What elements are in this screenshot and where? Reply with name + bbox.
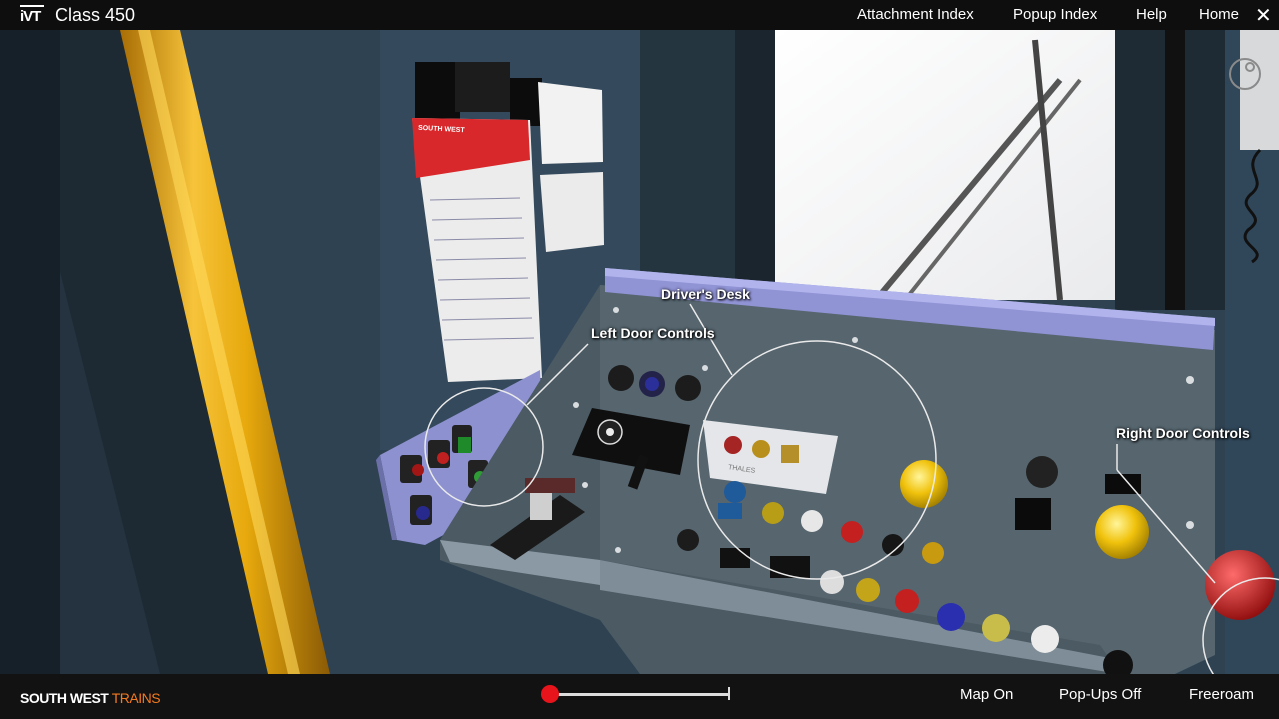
bottom-bar: SOUTH WEST TRAINS Map On Pop-Ups Off Fre… [0,674,1279,719]
cab-3d-view[interactable]: Driver's Desk Left Door Controls Right D… [0,30,1279,674]
nav-popup-index[interactable]: Popup Index [1013,6,1097,23]
timeline-end-marker [728,687,730,700]
top-bar: iVT Class 450 Attachment Index Popup Ind… [0,0,1279,30]
timeline-track[interactable] [550,693,729,696]
nav-attachment-index[interactable]: Attachment Index [857,6,974,23]
callout-left-door-controls[interactable]: Left Door Controls [591,325,715,341]
timeline-slider-handle[interactable] [541,685,559,703]
close-icon[interactable]: ✕ [1255,3,1272,28]
map-on-button[interactable]: Map On [960,686,1013,703]
ivt-logo[interactable]: iVT [20,5,44,28]
nav-home[interactable]: Home [1199,6,1239,23]
callout-right-door-controls[interactable]: Right Door Controls [1116,425,1250,441]
popups-off-button[interactable]: Pop-Ups Off [1059,686,1141,703]
south-west-trains-logo: SOUTH WEST TRAINS [20,690,161,706]
brand-part-2: TRAINS [111,690,161,706]
brand-part-1: SOUTH WEST [20,690,109,706]
callout-drivers-desk[interactable]: Driver's Desk [661,286,750,302]
nav-help[interactable]: Help [1136,6,1167,23]
orbit-icon[interactable] [1228,58,1262,92]
freeroam-button[interactable]: Freeroam [1189,686,1254,703]
cab-scene-graphic [0,30,1279,674]
app-title: Class 450 [55,5,136,25]
